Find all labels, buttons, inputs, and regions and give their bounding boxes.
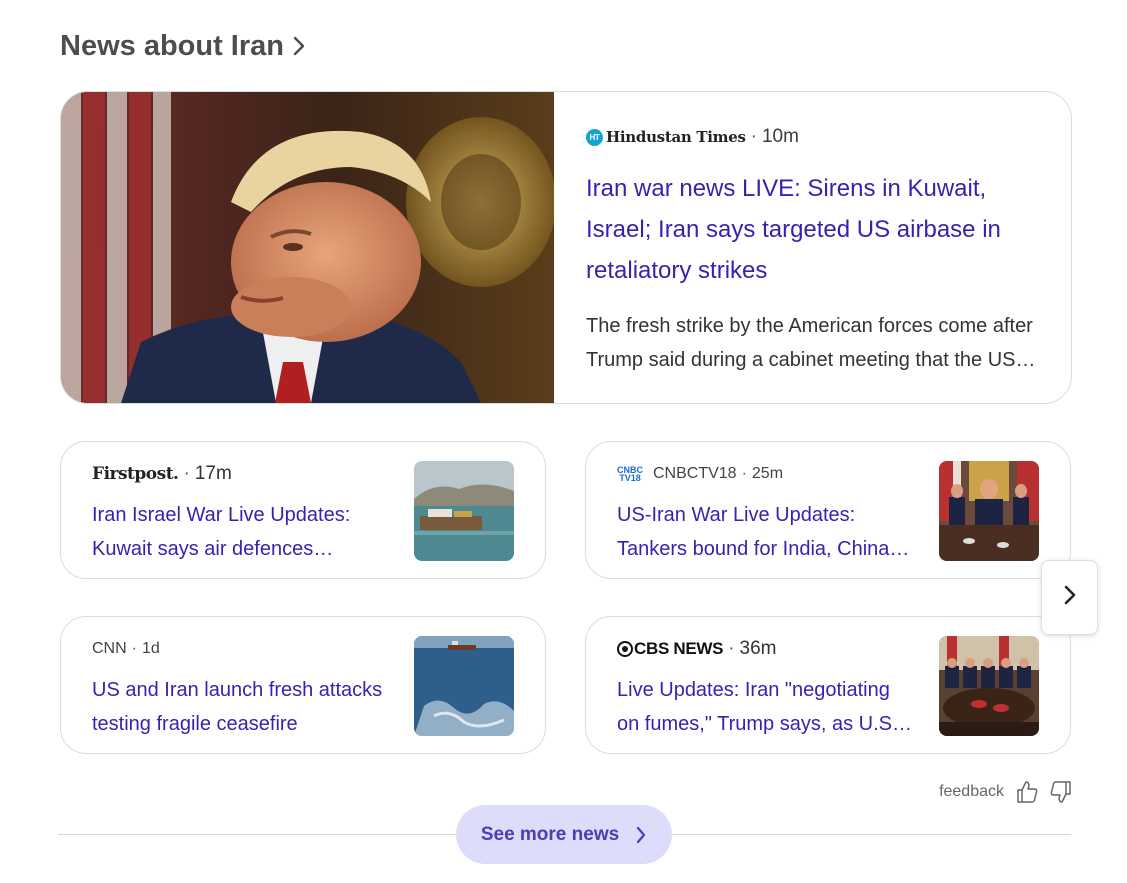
card-title[interactable]: Live Updates: Iran "negotiating on fumes… [617,673,917,741]
hindustan-times-logo: HT Hindustan Times [586,128,746,146]
card-text: Firstpost. · 17m Iran Israel War Live Up… [92,460,392,566]
card-time: 17m [194,463,232,484]
separator-dot: · [741,465,747,482]
card-source-name: CNBCTV18 [653,465,737,482]
featured-news-card[interactable]: HT Hindustan Times · 10m Iran war news L… [60,91,1072,404]
card-source-row: CNBC TV18 CNBCTV18 · 25m [617,460,917,488]
see-more-news-button[interactable]: See more news [456,805,672,864]
card-source-row: CBS NEWS · 36m [617,635,917,663]
news-card-cnbctv18[interactable]: CNBC TV18 CNBCTV18 · 25m US-Iran War Liv… [585,441,1071,579]
feedback-row: feedback [939,780,1072,804]
card-image-sea-tanker [414,636,514,736]
cnbctv18-logo: CNBC TV18 [617,466,643,483]
separator-dot: · [183,463,190,484]
card-source-row: CNN · 1d [92,635,392,663]
card-title[interactable]: US-Iran War Live Updates: Tankers bound … [617,498,917,566]
card-title[interactable]: Iran Israel War Live Updates: Kuwait say… [92,498,392,566]
featured-body: HT Hindustan Times · 10m Iran war news L… [554,92,1071,403]
chevron-right-icon [635,826,647,844]
thumbs-down-icon[interactable] [1050,780,1072,804]
news-card-cbs-news[interactable]: CBS NEWS · 36m Live Updates: Iran "negot… [585,616,1071,754]
chevron-right-icon [292,35,306,57]
card-time: 25m [751,465,784,482]
separator-dot: · [131,640,137,657]
feedback-label[interactable]: feedback [939,783,1004,801]
card-time: 36m [739,638,777,659]
card-text: CBS NEWS · 36m Live Updates: Iran "negot… [617,635,917,741]
featured-source-name: Hindustan Times [606,128,746,146]
card-image-cabinet-meeting [939,461,1039,561]
card-source-name: CBS NEWS [634,639,724,658]
featured-source-row: HT Hindustan Times · 10m [586,124,1041,150]
news-module: News about Iran HT Hindustan Times · 10m… [0,0,1127,883]
cnbc-logo-bottom: TV18 [619,473,641,483]
card-source-row: Firstpost. · 17m [92,460,392,488]
separator-dot: · [728,638,735,659]
featured-snippet: The fresh strike by the American forces … [586,315,1036,371]
ht-badge-icon: HT [586,128,603,146]
cbs-eye-icon [617,641,633,657]
news-card-firstpost[interactable]: Firstpost. · 17m Iran Israel War Live Up… [60,441,546,579]
featured-time: 10m [761,126,799,147]
card-source-name: CNN [92,640,127,657]
card-image-ship [414,461,514,561]
featured-image [61,92,554,403]
chevron-right-icon [1063,584,1077,611]
carousel-next-button[interactable] [1041,560,1098,635]
firstpost-logo: Firstpost. [92,464,179,484]
featured-headline[interactable]: Iran war news LIVE: Sirens in Kuwait, Is… [586,168,1041,291]
separator-dot: · [750,126,757,147]
news-card-cnn[interactable]: CNN · 1d US and Iran launch fresh attack… [60,616,546,754]
section-title[interactable]: News about Iran [60,26,306,66]
cbs-news-logo: CBS NEWS [617,639,724,659]
card-text: CNN · 1d US and Iran launch fresh attack… [92,635,392,741]
see-more-label: See more news [480,823,620,845]
card-image-cabinet-table [939,636,1039,736]
card-time: 1d [142,640,160,657]
section-title-text: News about Iran [60,29,284,62]
card-text: CNBC TV18 CNBCTV18 · 25m US-Iran War Liv… [617,460,917,566]
card-title[interactable]: US and Iran launch fresh attacks testing… [92,673,392,741]
thumbs-up-icon[interactable] [1016,780,1038,804]
